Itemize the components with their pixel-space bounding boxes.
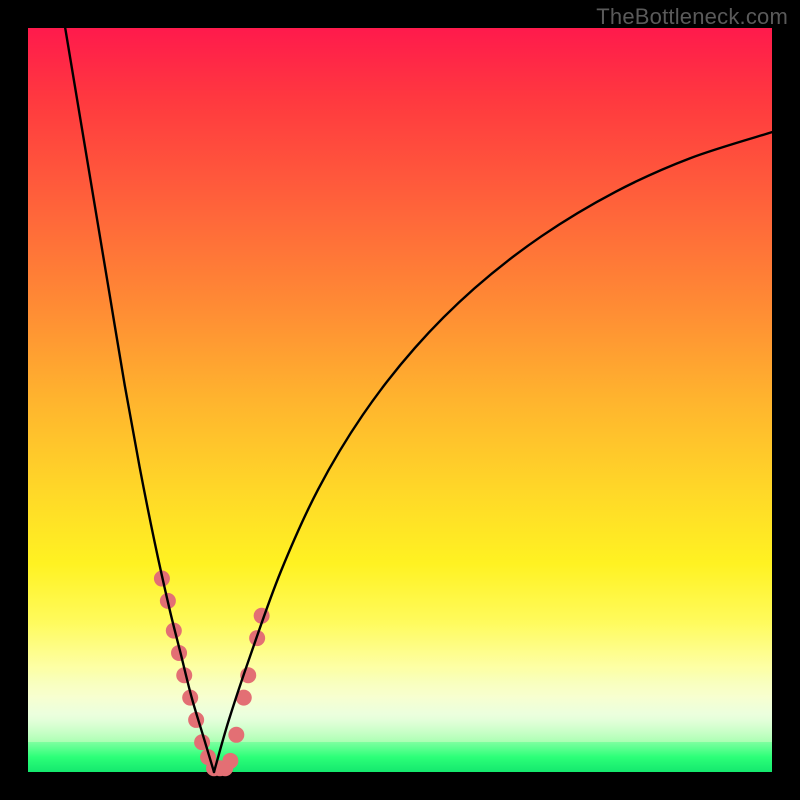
- valley-marker-dot: [236, 690, 252, 706]
- valley-markers: [154, 571, 270, 777]
- valley-marker-dot: [212, 760, 228, 776]
- valley-marker-dot: [206, 760, 222, 776]
- watermark-text: TheBottleneck.com: [596, 4, 788, 30]
- valley-marker-dot: [200, 749, 216, 765]
- valley-marker-dot: [182, 690, 198, 706]
- valley-marker-dot: [188, 712, 204, 728]
- valley-marker-dot: [249, 630, 265, 646]
- valley-marker-dot: [222, 753, 238, 769]
- valley-marker-dot: [228, 727, 244, 743]
- chart-frame: TheBottleneck.com: [0, 0, 800, 800]
- valley-marker-dot: [217, 760, 233, 776]
- valley-marker-dot: [171, 645, 187, 661]
- curve-layer: [28, 28, 772, 772]
- right-branch-curve: [214, 132, 772, 772]
- valley-marker-dot: [166, 623, 182, 639]
- valley-marker-dot: [254, 608, 270, 624]
- valley-marker-dot: [176, 667, 192, 683]
- valley-marker-dot: [160, 593, 176, 609]
- highlight-band: [28, 672, 772, 742]
- valley-marker-dot: [240, 667, 256, 683]
- valley-marker-dot: [194, 734, 210, 750]
- left-branch-curve: [65, 28, 214, 772]
- valley-marker-dot: [154, 571, 170, 587]
- plot-area: [28, 28, 772, 772]
